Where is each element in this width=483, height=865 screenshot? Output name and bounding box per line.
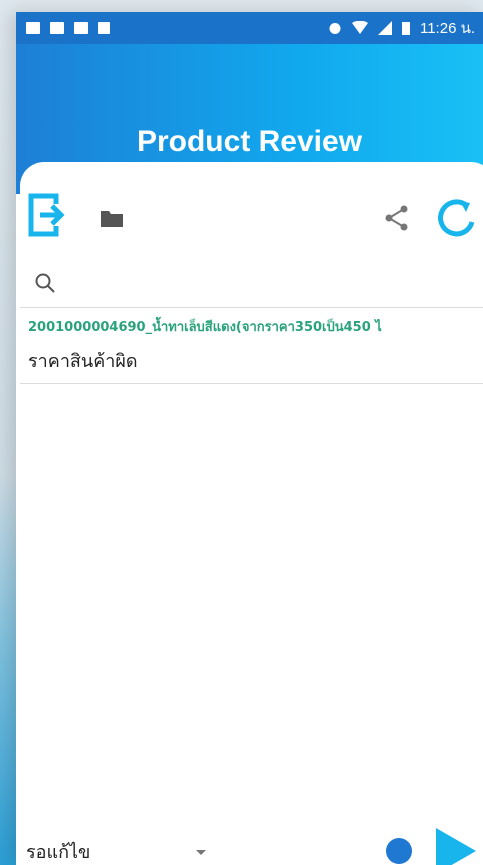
signal-icon (377, 21, 392, 35)
system-icons: 11:26 น. (328, 16, 483, 40)
phone-screen: 11:26 น. Product Review 2001000004690_น้… (16, 12, 483, 865)
list-item[interactable]: 2001000004690_น้ำทาเล็บสีแดง(จากราคา350เ… (20, 308, 483, 382)
alarm-icon (329, 23, 341, 34)
battery-icon (401, 22, 410, 35)
logout-icon[interactable] (26, 190, 66, 240)
notification-icons (16, 22, 110, 34)
status-dropdown[interactable]: รอแก้ไข (26, 836, 206, 865)
toolbar (20, 162, 483, 272)
wifi-icon (351, 21, 368, 34)
search-input[interactable] (64, 268, 478, 300)
refresh-icon[interactable] (436, 198, 478, 240)
page-title: Product Review (136, 125, 363, 158)
search-icon (35, 273, 55, 293)
photo-icon (74, 22, 88, 34)
status-selected: รอแก้ไข (26, 841, 91, 863)
footer-bar: รอแก้ไข (20, 822, 483, 865)
folder-icon[interactable] (100, 208, 124, 228)
status-dot-icon[interactable] (386, 838, 412, 864)
content-card: 2001000004690_น้ำทาเล็บสีแดง(จากราคา350เ… (20, 162, 483, 865)
clock: 11:26 น. (419, 20, 475, 37)
mail-icon (98, 22, 110, 34)
chevron-down-icon (196, 850, 206, 855)
sim-icon (26, 22, 40, 34)
status-bar: 11:26 น. (16, 12, 483, 44)
sd-card-icon (50, 22, 64, 34)
play-icon[interactable] (436, 828, 476, 865)
divider (20, 383, 483, 384)
share-icon[interactable] (384, 204, 410, 232)
review-note: ราคาสินค้าผิด (28, 351, 138, 372)
product-code: 2001000004690_น้ำทาเล็บสีแดง(จากราคา350เ… (28, 320, 382, 335)
search-bar[interactable] (34, 266, 478, 302)
